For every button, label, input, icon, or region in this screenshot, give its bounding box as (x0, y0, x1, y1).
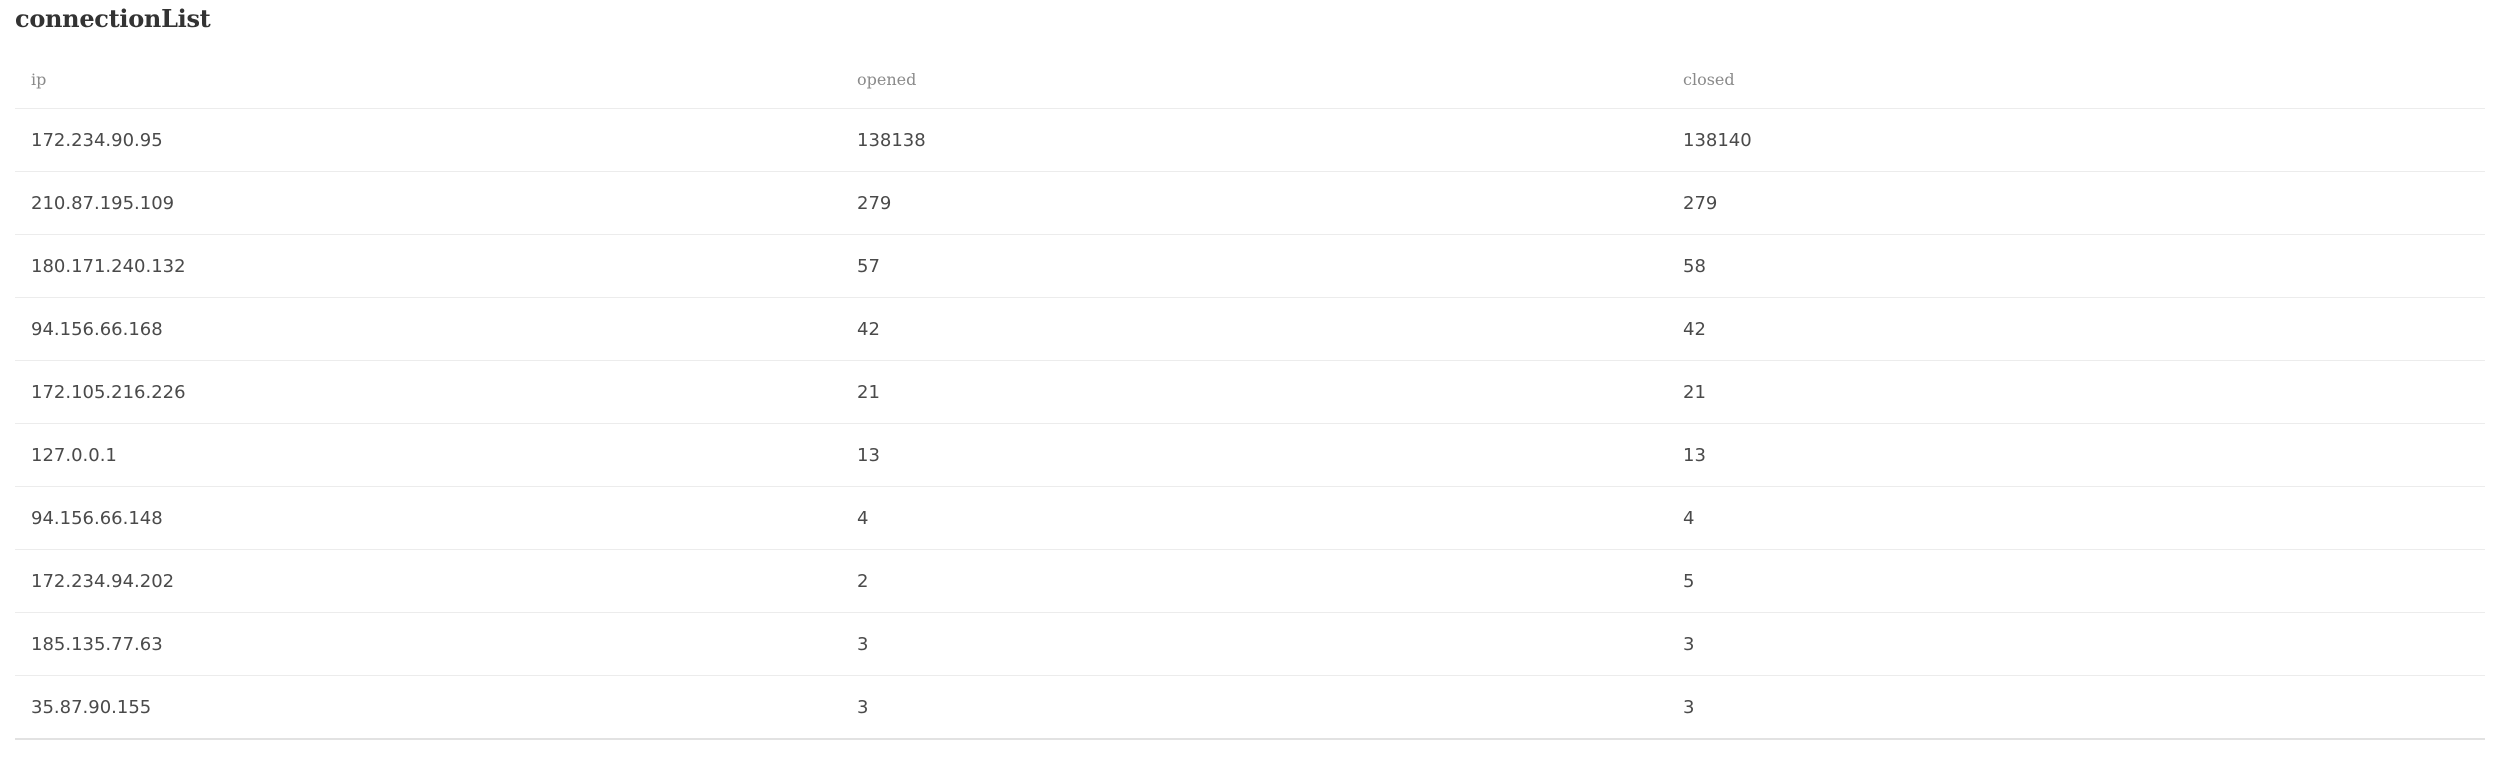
cell-ip: 210.87.195.109 (15, 171, 841, 235)
page-title: connectionList (15, 4, 211, 33)
cell-opened: 2 (841, 549, 1667, 613)
cell-opened: 4 (841, 486, 1667, 550)
cell-opened: 57 (841, 234, 1667, 298)
cell-closed: 21 (1667, 360, 2485, 424)
table-row: 94.156.66.168 42 42 (15, 297, 2485, 361)
column-header-closed: closed (1667, 50, 2485, 109)
connection-table: ip opened closed 172.234.90.95 138138 13… (15, 50, 2485, 740)
table-body: 172.234.90.95 138138 138140 210.87.195.1… (15, 108, 2485, 740)
cell-closed: 5 (1667, 549, 2485, 613)
cell-closed: 279 (1667, 171, 2485, 235)
table-header: ip opened closed (15, 50, 2485, 109)
cell-closed: 138140 (1667, 108, 2485, 172)
cell-closed: 42 (1667, 297, 2485, 361)
cell-opened: 279 (841, 171, 1667, 235)
table-row: 210.87.195.109 279 279 (15, 171, 2485, 235)
cell-closed: 4 (1667, 486, 2485, 550)
table-row: 94.156.66.148 4 4 (15, 486, 2485, 550)
table-row: 180.171.240.132 57 58 (15, 234, 2485, 298)
cell-ip: 185.135.77.63 (15, 612, 841, 676)
cell-ip: 94.156.66.148 (15, 486, 841, 550)
table-row: 35.87.90.155 3 3 (15, 675, 2485, 740)
table-row: 172.234.90.95 138138 138140 (15, 108, 2485, 172)
cell-opened: 21 (841, 360, 1667, 424)
cell-opened: 3 (841, 612, 1667, 676)
table-row: 172.234.94.202 2 5 (15, 549, 2485, 613)
cell-closed: 3 (1667, 612, 2485, 676)
cell-ip: 180.171.240.132 (15, 234, 841, 298)
table-row: 127.0.0.1 13 13 (15, 423, 2485, 487)
column-header-ip: ip (15, 50, 841, 109)
header-row: ip opened closed (15, 50, 2485, 109)
cell-ip: 172.234.94.202 (15, 549, 841, 613)
cell-closed: 3 (1667, 675, 2485, 740)
cell-opened: 138138 (841, 108, 1667, 172)
table-row: 172.105.216.226 21 21 (15, 360, 2485, 424)
cell-closed: 58 (1667, 234, 2485, 298)
cell-opened: 3 (841, 675, 1667, 740)
cell-opened: 42 (841, 297, 1667, 361)
table-row: 185.135.77.63 3 3 (15, 612, 2485, 676)
cell-ip: 127.0.0.1 (15, 423, 841, 487)
cell-ip: 94.156.66.168 (15, 297, 841, 361)
cell-opened: 13 (841, 423, 1667, 487)
cell-ip: 172.105.216.226 (15, 360, 841, 424)
cell-closed: 13 (1667, 423, 2485, 487)
page: connectionList ip opened closed 172.234.… (0, 0, 2500, 768)
cell-ip: 172.234.90.95 (15, 108, 841, 172)
column-header-opened: opened (841, 50, 1667, 109)
cell-ip: 35.87.90.155 (15, 675, 841, 740)
